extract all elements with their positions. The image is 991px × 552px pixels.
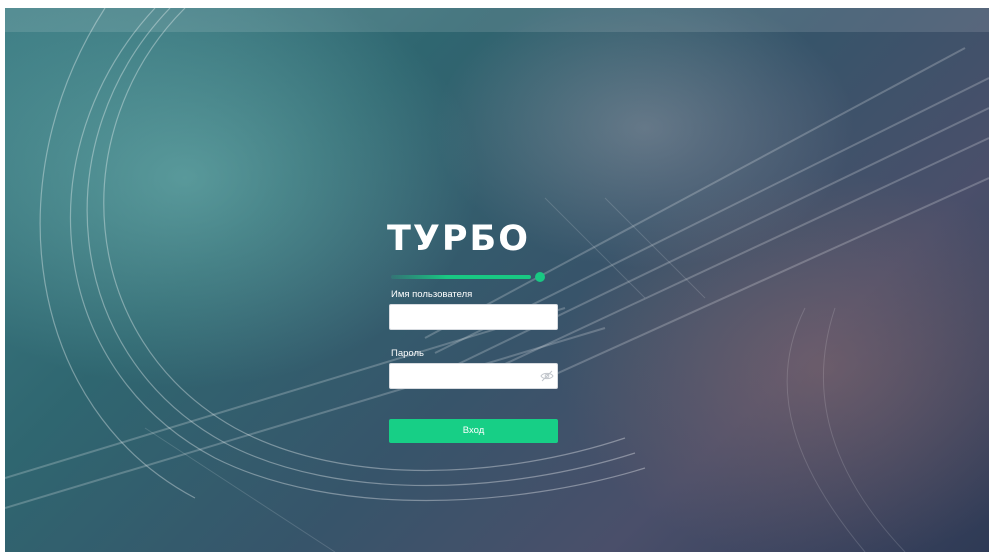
username-label: Имя пользователя: [391, 289, 473, 300]
logo-underline: [391, 275, 531, 279]
password-field-container: [389, 363, 558, 389]
logo-dot: [535, 272, 545, 282]
login-form: ТУРБО Имя пользователя Пароль Вход: [385, 218, 558, 443]
eye-slash-icon[interactable]: [540, 369, 554, 383]
top-band: [5, 8, 989, 32]
login-page: ТУРБО Имя пользователя Пароль Вход: [5, 8, 989, 552]
password-input[interactable]: [390, 364, 542, 386]
brand-name: ТУРБО: [387, 219, 530, 259]
username-input[interactable]: [390, 305, 542, 327]
password-group: Пароль: [385, 347, 558, 389]
password-label: Пароль: [391, 348, 424, 359]
login-button[interactable]: Вход: [389, 419, 558, 443]
username-field-container: [389, 304, 558, 330]
brand-logo: ТУРБО: [385, 218, 555, 282]
